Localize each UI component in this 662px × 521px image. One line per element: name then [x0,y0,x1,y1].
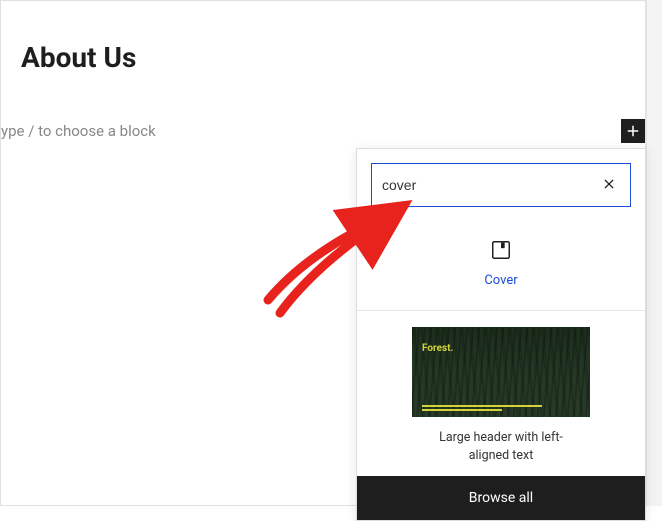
search-container [357,149,645,221]
search-input[interactable] [382,177,598,193]
pattern-result[interactable]: Forest. Large header with left-aligned t… [357,311,645,476]
pattern-thumbnail: Forest. [412,327,590,417]
block-inserter-popover: Cover Forest. Large header with left-ali… [356,148,646,521]
pattern-thumb-line2 [422,409,502,411]
pattern-thumb-title: Forest. [422,343,453,354]
pattern-thumb-line [422,405,542,407]
clear-search-icon[interactable] [598,175,620,196]
block-placeholder-text[interactable]: ype / to choose a block [1,122,156,140]
block-placeholder-row: ype / to choose a block [1,122,645,140]
scrollbar-gutter [646,0,662,506]
plus-icon [624,122,642,140]
search-box [371,163,631,207]
block-result-label: Cover [357,273,645,288]
browse-all-button[interactable]: Browse all [357,476,645,520]
cover-block-icon [490,239,512,261]
page-title[interactable]: About Us [1,41,645,74]
pattern-label: Large header with left-aligned text [421,429,581,464]
add-block-button[interactable] [621,119,645,143]
block-result-cover[interactable]: Cover [357,221,645,311]
